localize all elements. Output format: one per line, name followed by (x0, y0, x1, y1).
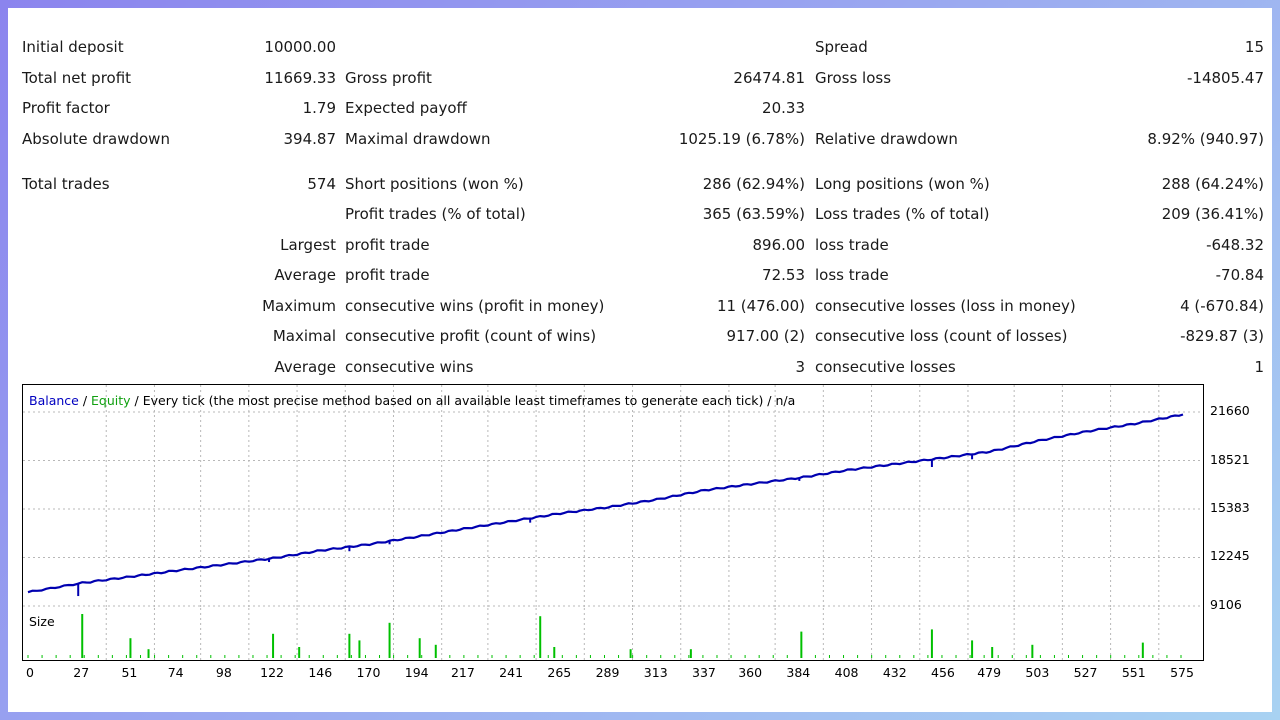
maximum-row-label: Maximum (262, 297, 336, 315)
x-tick-label: 0 (26, 665, 34, 680)
x-tick-label: 217 (450, 665, 475, 680)
x-tick-label: 503 (1025, 665, 1050, 680)
maximum-loss-value: 4 (-670.84) (1180, 297, 1264, 315)
x-tick-label: 51 (121, 665, 138, 680)
y-tick-label: 15383 (1210, 500, 1250, 515)
average-consec-loss-label: consecutive losses (815, 358, 956, 376)
largest-loss-value: -648.32 (1206, 236, 1264, 254)
x-tick-label: 146 (308, 665, 333, 680)
y-tick-label: 18521 (1210, 451, 1250, 467)
x-tick-label: 194 (404, 665, 429, 680)
maximal-profit-label: consecutive profit (count of wins) (345, 327, 597, 345)
short-positions-label: Short positions (won %) (345, 175, 524, 193)
maximum-profit-label: consecutive wins (profit in money) (345, 297, 605, 315)
gross-profit-value: 26474.81 (733, 69, 805, 87)
x-tick-label: 241 (499, 665, 524, 680)
maximum-profit-value: 11 (476.00) (716, 297, 805, 315)
largest-loss-label: loss trade (815, 236, 889, 254)
maximal-profit-value: 917.00 (2) (726, 327, 805, 345)
x-tick-label: 289 (595, 665, 620, 680)
profit-trades-label: Profit trades (% of total) (345, 205, 526, 223)
profit-factor-label: Profit factor (22, 99, 110, 117)
gross-loss-value: -14805.47 (1187, 69, 1264, 87)
relative-drawdown-value: 8.92% (940.97) (1147, 130, 1264, 148)
absolute-drawdown-label: Absolute drawdown (22, 130, 170, 148)
expected-payoff-value: 20.33 (762, 99, 805, 117)
x-tick-label: 170 (356, 665, 381, 680)
total-net-profit-value: 11669.33 (264, 69, 336, 87)
average-profit-label: profit trade (345, 266, 430, 284)
x-tick-label: 479 (977, 665, 1002, 680)
maximum-loss-label: consecutive losses (loss in money) (815, 297, 1076, 315)
spread-value: 15 (1244, 38, 1264, 56)
average-loss-value: -70.84 (1215, 266, 1264, 284)
balance-chart-svg (23, 385, 1203, 609)
x-tick-label: 432 (882, 665, 907, 680)
short-positions-value: 286 (62.94%) (702, 175, 805, 193)
x-tick-label: 575 (1170, 665, 1194, 680)
maximal-drawdown-label: Maximal drawdown (345, 130, 491, 148)
chart-legend: Balance / Equity / Every tick (the most … (29, 393, 795, 408)
legend-method: / Every tick (the most precise method ba… (130, 393, 796, 408)
long-positions-value: 288 (64.24%) (1161, 175, 1264, 193)
x-tick-label: 527 (1073, 665, 1098, 680)
x-tick-label: 27 (73, 665, 90, 680)
x-tick-label: 98 (215, 665, 232, 680)
maximal-row-label: Maximal (272, 327, 336, 345)
balance-chart: Balance / Equity / Every tick (the most … (22, 384, 1204, 610)
average-row-label: Average (274, 266, 336, 284)
initial-deposit-value: 10000.00 (264, 38, 336, 56)
total-trades-label: Total trades (22, 175, 110, 193)
loss-trades-label: Loss trades (% of total) (815, 205, 990, 223)
loss-trades-value: 209 (36.41%) (1161, 205, 1264, 223)
average-consec-row-label: Average (274, 358, 336, 376)
y-tick-label: 21660 (1210, 403, 1250, 418)
largest-profit-label: profit trade (345, 236, 430, 254)
x-tick-label: 360 (738, 665, 763, 680)
x-tick-label: 122 (260, 665, 284, 680)
legend-separator: / (78, 393, 92, 408)
maximal-loss-label: consecutive loss (count of losses) (815, 327, 1068, 345)
maximal-drawdown-value: 1025.19 (6.78%) (678, 130, 805, 148)
initial-deposit-label: Initial deposit (22, 38, 124, 56)
expected-payoff-label: Expected payoff (345, 99, 467, 117)
maximal-loss-value: -829.87 (3) (1180, 327, 1264, 345)
average-loss-label: loss trade (815, 266, 889, 284)
absolute-drawdown-value: 394.87 (283, 130, 337, 148)
gross-profit-label: Gross profit (345, 69, 432, 87)
size-label: Size (29, 614, 55, 629)
profit-factor-value: 1.79 (302, 99, 336, 117)
average-profit-value: 72.53 (762, 266, 805, 284)
long-positions-label: Long positions (won %) (815, 175, 990, 193)
x-tick-label: 337 (691, 665, 716, 680)
size-chart-svg (27, 608, 1182, 660)
legend-balance: Balance (29, 393, 79, 408)
largest-profit-value: 896.00 (752, 236, 806, 254)
x-tick-label: 265 (547, 665, 572, 680)
legend-equity: Equity (91, 393, 131, 408)
gross-loss-label: Gross loss (815, 69, 892, 87)
average-consec-profit-label: consecutive wins (345, 358, 474, 376)
profit-trades-value: 365 (63.59%) (702, 205, 805, 223)
x-tick-label: 74 (167, 665, 184, 680)
largest-row-label: Largest (280, 236, 336, 254)
x-tick-label: 551 (1121, 665, 1146, 680)
spread-label: Spread (815, 38, 868, 56)
average-consec-profit-value: 3 (795, 358, 805, 376)
balance-line (27, 413, 1184, 594)
total-trades-value: 574 (307, 175, 336, 193)
size-chart: Size (22, 608, 1204, 661)
y-tick-label: 9106 (1210, 597, 1242, 612)
average-consec-loss-value: 1 (1254, 358, 1264, 376)
x-tick-label: 384 (786, 665, 811, 680)
x-tick-label: 313 (643, 665, 668, 680)
relative-drawdown-label: Relative drawdown (815, 130, 958, 148)
x-tick-label: 408 (834, 665, 859, 680)
y-tick-label: 12245 (1210, 548, 1250, 564)
x-tick-label: 456 (931, 665, 955, 680)
total-net-profit-label: Total net profit (22, 69, 132, 87)
